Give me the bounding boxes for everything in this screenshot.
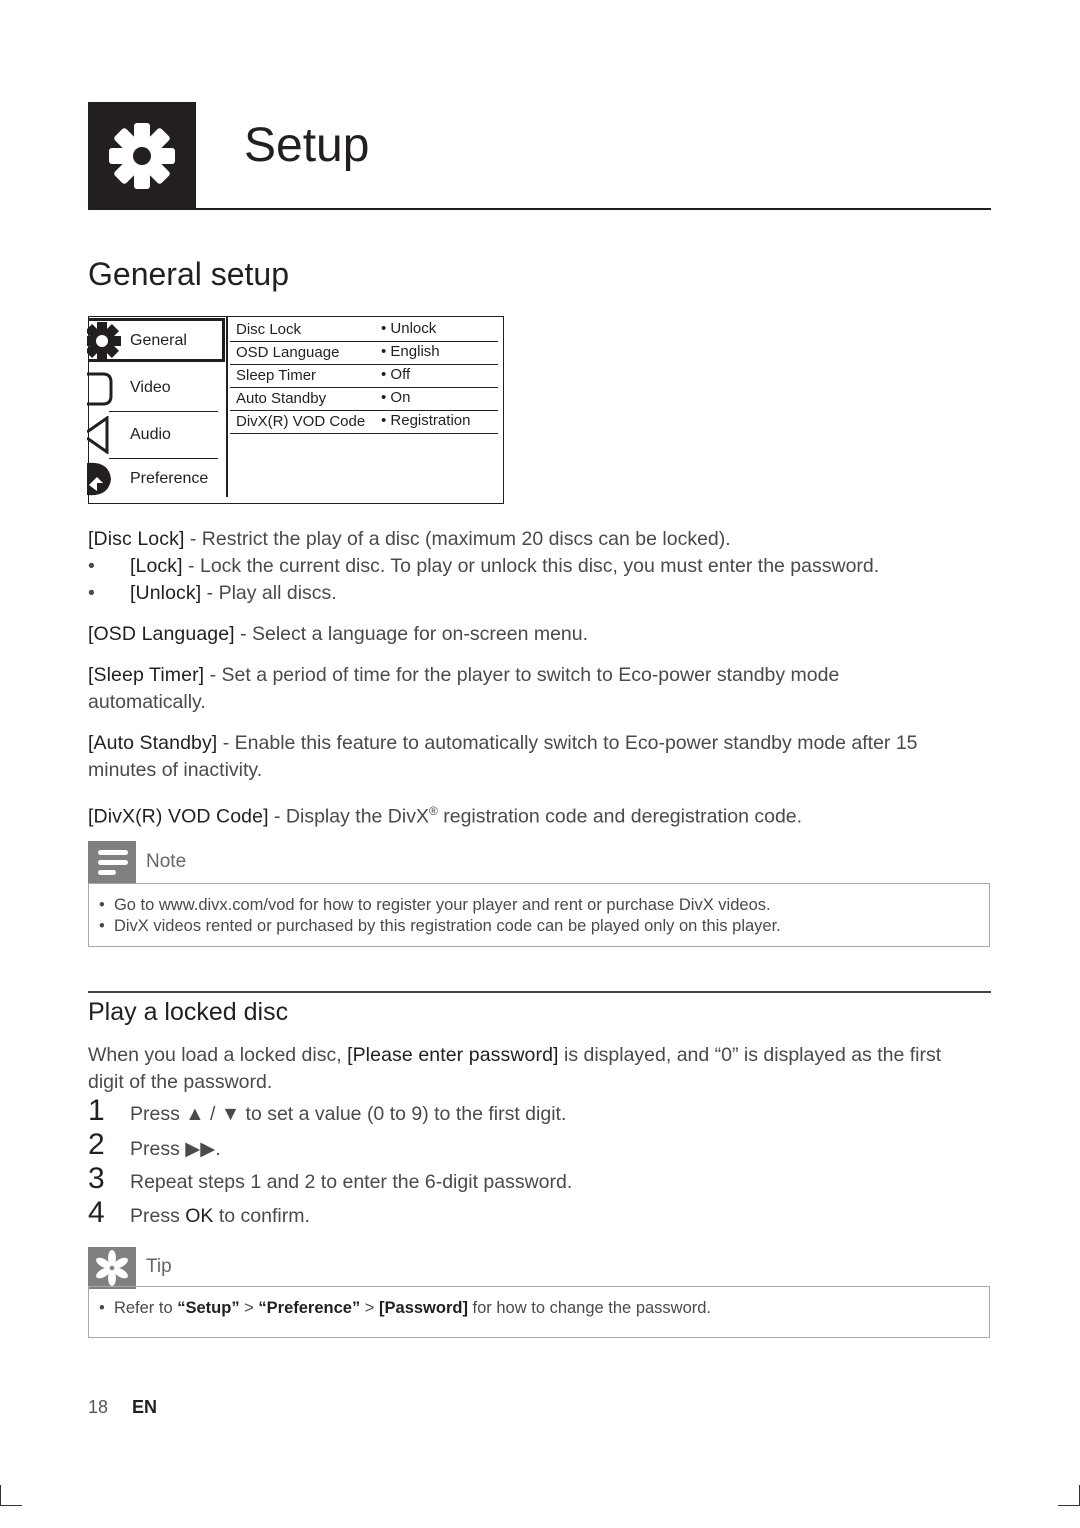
step-number: 4 (88, 1196, 105, 1229)
desc-divx-code: [DivX(R) VOD Code] - Display the DivX® r… (88, 804, 803, 828)
tip-label: Tip (146, 1256, 172, 1277)
menu-option-key: OSD Language (236, 344, 340, 361)
menu-option-row: Sleep Timer • Off (230, 365, 498, 388)
note-icon (88, 841, 136, 883)
menu-option-value: • Registration (381, 412, 471, 429)
language-code: EN (132, 1397, 158, 1417)
term: [Please enter password] (347, 1044, 559, 1066)
step-number: 2 (88, 1128, 105, 1161)
menu-tab-divider (109, 411, 218, 412)
locked-disc-intro: When you load a locked disc, [Please ent… (88, 1044, 942, 1093)
step-text: Press ▶▶. (130, 1138, 221, 1160)
menu-tab-label: Audio (130, 426, 171, 443)
menu-tab-preference: Preference (87, 457, 226, 501)
menu-option-value: • Off (381, 366, 411, 383)
note-box: • Go to www.divx.com/vod for how to regi… (88, 883, 990, 947)
term: [Lock] (130, 555, 183, 577)
menu-option-value: • English (381, 343, 440, 360)
page-number: 18 (88, 1397, 109, 1417)
term: [Unlock] (130, 582, 202, 604)
term: [OSD Language] (88, 623, 235, 645)
menu-option-row: OSD Language • English (230, 342, 498, 365)
menu-option-value: • Unlock (381, 320, 437, 337)
tip-box: • Refer to “Setup” > “Preference” > [Pas… (88, 1286, 990, 1338)
menu-column-border (226, 317, 228, 497)
crop-mark (0, 1485, 1, 1505)
desc-auto-standby: [Auto Standby] - Enable this feature to … (88, 732, 918, 781)
desc-osd-language: [OSD Language] - Select a language for o… (88, 623, 589, 645)
step-number: 1 (88, 1094, 105, 1127)
step-text: Repeat steps 1 and 2 to enter the 6-digi… (130, 1171, 573, 1193)
menu-tab-label: Video (130, 379, 171, 396)
crop-mark (1058, 1505, 1080, 1506)
menu-option-row: Disc Lock • Unlock (230, 319, 498, 342)
note-item: • Go to www.divx.com/vod for how to regi… (99, 896, 771, 914)
setup-menu-illustration: General Video Audio Preference Disc Lock… (87, 316, 504, 504)
menu-option-key: Disc Lock (236, 321, 302, 338)
menu-tab-label: General (130, 332, 187, 349)
note-item: • DivX videos rented or purchased by thi… (99, 917, 781, 935)
note-label: Note (146, 851, 187, 872)
menu-option-row: Auto Standby • On (230, 388, 498, 411)
section-title: General setup (88, 256, 290, 292)
menu-tab-video: Video (87, 366, 226, 410)
tip-icon (88, 1247, 136, 1289)
menu-option-row: DivX(R) VOD Code • Registration (230, 411, 498, 434)
step-text: Press OK to confirm. (130, 1205, 310, 1227)
term: [Auto Standby] (88, 732, 218, 754)
preference-icon (87, 462, 111, 496)
video-icon (87, 372, 113, 406)
menu-tab-general: General (87, 318, 225, 362)
speaker-icon (87, 416, 109, 454)
menu-option-value: • On (381, 389, 411, 406)
menu-option-key: Sleep Timer (236, 367, 317, 384)
menu-tab-label: Preference (130, 470, 209, 487)
step-number: 3 (88, 1162, 105, 1195)
chapter-title: Setup (244, 119, 370, 172)
menu-tab-audio: Audio (87, 413, 226, 457)
crop-mark (0, 1505, 22, 1506)
menu-option-key: DivX(R) VOD Code (236, 413, 366, 430)
term: [DivX(R) VOD Code] (88, 805, 269, 828)
gear-icon (87, 322, 121, 360)
chapter-rule (88, 208, 991, 210)
desc-disc-lock: [Disc Lock] - Restrict the play of a dis… (88, 528, 731, 550)
subsection-title: Play a locked disc (88, 998, 289, 1026)
gear-icon (109, 123, 175, 189)
step-text: Press ▲ / ▼ to set a value (0 to 9) to t… (130, 1103, 567, 1125)
desc-sleep-timer: [Sleep Timer] - Set a period of time for… (88, 664, 840, 713)
term: [Sleep Timer] (88, 664, 205, 686)
tip-item: • Refer to “Setup” > “Preference” > [Pas… (99, 1299, 712, 1317)
chapter-icon-box (88, 102, 196, 210)
menu-option-key: Auto Standby (236, 390, 327, 407)
subsection-rule (88, 991, 991, 993)
term: [Disc Lock] (88, 528, 185, 550)
ok-key: OK (185, 1205, 214, 1227)
